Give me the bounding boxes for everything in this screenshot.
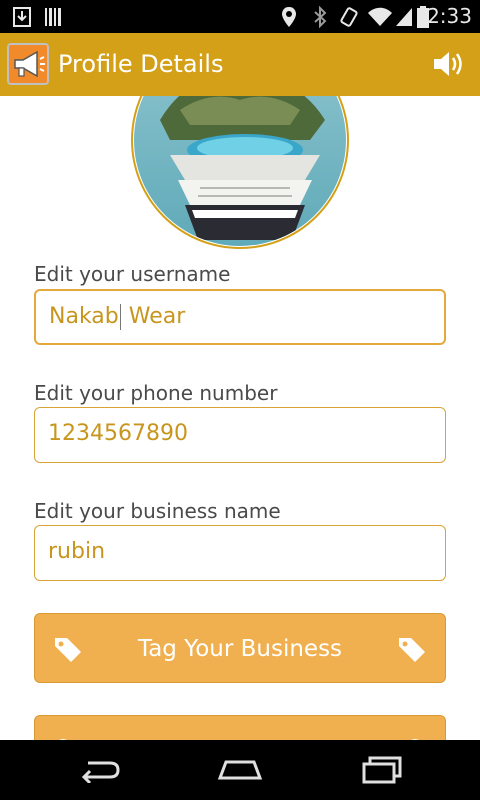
text-cursor — [119, 304, 121, 330]
next-action-button[interactable] — [34, 715, 446, 740]
tag-business-button[interactable]: Tag Your Business — [34, 613, 446, 683]
home-icon[interactable] — [200, 740, 280, 800]
username-value-start: Nakab — [49, 304, 119, 329]
action-bar: Profile Details — [0, 33, 480, 96]
username-field[interactable]: Nakab Wear — [34, 289, 446, 345]
vibrate-icon — [336, 0, 362, 33]
bluetooth-icon — [310, 0, 330, 33]
phone-label: Edit your phone number — [34, 381, 278, 405]
phone-field[interactable]: 1234567890 — [34, 407, 446, 463]
username-label: Edit your username — [34, 262, 231, 286]
username-value-end: Wear — [121, 304, 186, 329]
profile-photo[interactable] — [130, 96, 350, 250]
download-icon — [10, 0, 34, 33]
navigation-bar — [0, 740, 480, 800]
profile-form: Edit your username Nakab Wear Edit your … — [0, 96, 480, 740]
status-bar: 2:33 — [0, 0, 480, 33]
recents-icon[interactable] — [342, 740, 422, 800]
back-icon[interactable] — [60, 740, 140, 800]
barcode-icon — [42, 0, 64, 33]
business-name-label: Edit your business name — [34, 499, 281, 523]
speaker-icon[interactable] — [432, 49, 468, 79]
tag-icon — [397, 634, 427, 664]
page-title: Profile Details — [58, 50, 224, 78]
tag-business-label: Tag Your Business — [137, 636, 343, 662]
business-name-field[interactable]: rubin — [34, 525, 446, 581]
location-icon — [278, 0, 300, 33]
clock: 2:33 — [427, 4, 472, 28]
wifi-icon — [366, 0, 394, 33]
megaphone-icon[interactable] — [7, 43, 49, 85]
signal-icon — [394, 0, 414, 33]
